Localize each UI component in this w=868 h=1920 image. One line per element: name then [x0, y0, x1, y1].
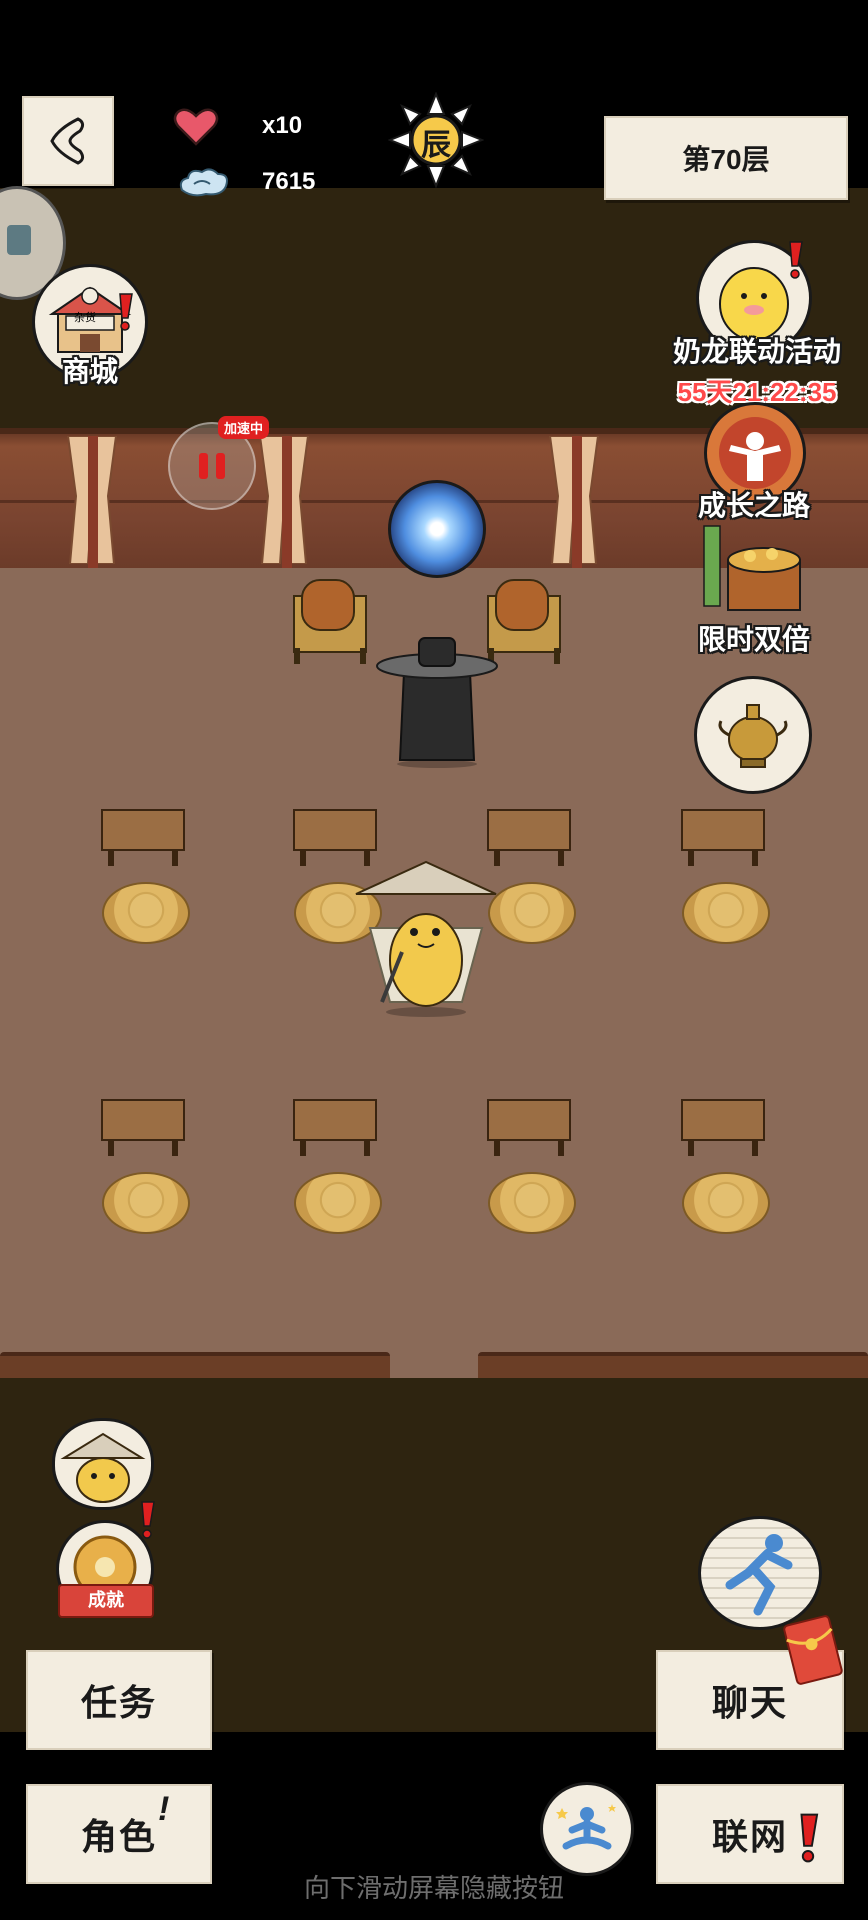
runner-icon [725, 1534, 793, 1616]
exclamation-icon [789, 241, 803, 279]
game-screen: x10 7615 辰 第70层 杂货 商城 加速中 奶龙联动活动 55天21:2… [0, 0, 868, 1920]
portal-icon[interactable] [388, 480, 486, 578]
cushion[interactable] [488, 882, 576, 944]
table [681, 809, 765, 866]
back-arrow-icon [50, 117, 85, 165]
floor-level-card[interactable]: 第70层 [604, 116, 848, 200]
exclamation-icon [800, 1813, 819, 1863]
drawer-icon [7, 225, 31, 255]
character-label: 角色 [80, 1816, 157, 1857]
heart-icon [173, 108, 219, 146]
cushion[interactable] [294, 1172, 382, 1234]
treasure-icon [703, 525, 801, 611]
pillar-1 [88, 436, 98, 568]
time-of-day-badge[interactable]: 辰 [387, 91, 485, 189]
cushion[interactable] [682, 882, 770, 944]
growth-road-label: 成长之路 [697, 490, 810, 521]
cushion[interactable] [488, 1172, 576, 1234]
meditate-button[interactable] [540, 1782, 634, 1876]
incense-burner-button[interactable] [694, 676, 812, 794]
pause-icon [199, 453, 225, 479]
network-label: 联网 [711, 1816, 788, 1857]
back-button[interactable] [22, 96, 114, 186]
portrait-icon [60, 1432, 146, 1503]
task-button[interactable]: 任务 [26, 1650, 212, 1750]
cushion[interactable] [682, 1172, 770, 1234]
cloud-icon [179, 168, 228, 197]
chat-label: 聊天 [711, 1682, 788, 1723]
table [101, 809, 185, 866]
table [487, 1099, 571, 1156]
limited-double-button[interactable] [698, 520, 808, 620]
nailong-event-label: 奶龙联动活动 [672, 336, 841, 367]
red-envelope-icon[interactable] [782, 1614, 844, 1686]
speed-badge: 加速中 [218, 416, 270, 439]
limited-double-label: 限时双倍 [697, 624, 810, 655]
pillar-3 [572, 436, 582, 568]
character-alert-mark: ! [158, 1790, 170, 1828]
floor-level-label: 第70层 [682, 144, 770, 175]
master-character[interactable] [374, 632, 500, 768]
shop-label: 商城 [61, 356, 118, 387]
chair-left [293, 579, 367, 664]
pillar-2 [282, 436, 292, 568]
incense-burner-icon [718, 704, 788, 768]
meditation-icon [556, 1804, 616, 1850]
shop-sign: 杂货 [74, 312, 96, 324]
table [681, 1099, 765, 1156]
spirit-count: 7615 [262, 168, 316, 195]
achievement-ribbon: 成就 [58, 1584, 154, 1618]
player-character[interactable] [352, 852, 500, 1018]
auto-run-button[interactable] [698, 1516, 822, 1630]
character-portrait[interactable] [52, 1418, 154, 1510]
table [293, 1099, 377, 1156]
swipe-hint: 向下滑动屏幕隐藏按钮 [303, 1873, 564, 1903]
task-label: 任务 [80, 1682, 157, 1723]
exclamation-icon [119, 293, 133, 331]
cushion[interactable] [102, 882, 190, 944]
lives-count: x10 [262, 112, 303, 139]
exclamation-icon [141, 1501, 155, 1539]
growth-icon [719, 417, 791, 489]
table [101, 1099, 185, 1156]
time-badge-label: 辰 [421, 128, 451, 163]
cushion[interactable] [102, 1172, 190, 1234]
